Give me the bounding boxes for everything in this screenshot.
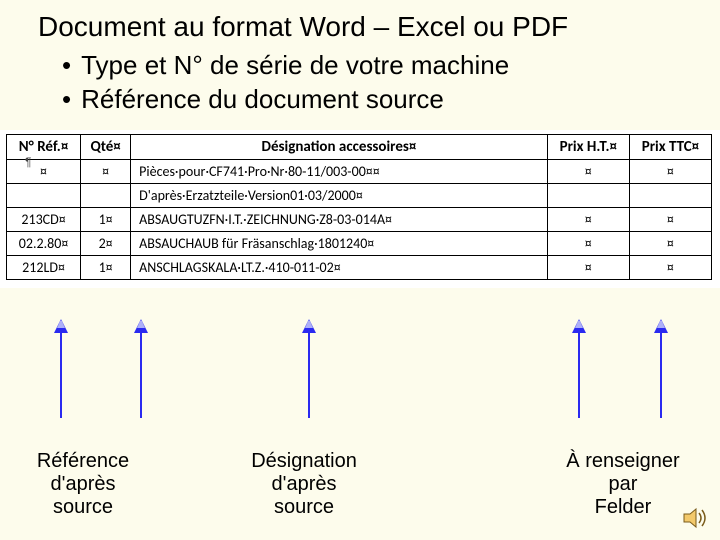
cell-qte <box>81 184 131 208</box>
label-renseigner: À renseigner par Felder <box>548 450 698 519</box>
cell-des: D'après·Erzatzteile·Version01·03/2000¤ <box>131 184 548 208</box>
label-line: d'après <box>51 473 116 495</box>
table-header-row: N° Réf.¤ Qté¤ Désignation accessoires¤ P… <box>7 135 712 160</box>
cell-des: Pièces·pour·CF741·Pro·Nr·80-11/003-00¤¤ <box>131 160 548 184</box>
arrow-icon <box>578 320 580 418</box>
col-ref: N° Réf.¤ <box>7 135 81 160</box>
bullet-item: • Référence du document source <box>62 83 720 117</box>
label-line: Désignation <box>251 450 357 472</box>
arrow-group <box>0 320 720 450</box>
label-line: par <box>609 473 638 495</box>
arrow-icon <box>140 320 142 418</box>
table-row: 02.2.80¤ 2¤ ABSAUCHAUB für Fräsanschlag·… <box>7 232 712 256</box>
bullet-text: Type et N° de série de votre machine <box>81 49 509 83</box>
cell-ttc: ¤ <box>629 208 711 232</box>
accessories-table: N° Réf.¤ Qté¤ Désignation accessoires¤ P… <box>6 134 712 280</box>
label-designation: Désignation d'après source <box>224 450 384 519</box>
bullet-text: Référence du document source <box>81 83 444 117</box>
bullet-dot-icon: • <box>62 83 71 117</box>
label-line: source <box>274 496 334 518</box>
cell-ttc: ¤ <box>629 256 711 280</box>
bullet-dot-icon: • <box>62 49 71 83</box>
speaker-icon <box>682 506 710 530</box>
arrow-icon <box>660 320 662 418</box>
arrow-icon <box>308 320 310 418</box>
cell-des: ABSAUGTUZFN·I.T.·ZEICHNUNG·Z8-03-014A¤ <box>131 208 548 232</box>
table-row: 213CD¤ 1¤ ABSAUGTUZFN·I.T.·ZEICHNUNG·Z8-… <box>7 208 712 232</box>
table-row: ¤ ¤ Pièces·pour·CF741·Pro·Nr·80-11/003-0… <box>7 160 712 184</box>
cell-ttc <box>629 184 711 208</box>
arrow-icon <box>60 320 62 418</box>
cell-ttc: ¤ <box>629 232 711 256</box>
cell-ref: 212LD¤ <box>7 256 81 280</box>
label-line: Référence <box>37 450 129 472</box>
bullet-item: • Type et N° de série de votre machine <box>62 49 720 83</box>
label-line: À renseigner <box>566 450 679 472</box>
label-line: d'après <box>272 473 337 495</box>
cell-ht <box>547 184 629 208</box>
table-container: N° Réf.¤ Qté¤ Désignation accessoires¤ P… <box>0 130 720 288</box>
cell-ht: ¤ <box>547 256 629 280</box>
cell-des: ANSCHLAGSKALA·LT.Z.·410-011-02¤ <box>131 256 548 280</box>
cell-ref: ¤ <box>7 160 81 184</box>
paragraph-mark-icon: ¶ <box>25 155 31 169</box>
cell-ttc: ¤ <box>629 160 711 184</box>
table-row: 212LD¤ 1¤ ANSCHLAGSKALA·LT.Z.·410-011-02… <box>7 256 712 280</box>
col-ttc: Prix TTC¤ <box>629 135 711 160</box>
cell-ht: ¤ <box>547 232 629 256</box>
table-row: D'après·Erzatzteile·Version01·03/2000¤ <box>7 184 712 208</box>
cell-qte: 1¤ <box>81 256 131 280</box>
table-body: ¤ ¤ Pièces·pour·CF741·Pro·Nr·80-11/003-0… <box>7 160 712 280</box>
cell-qte: 1¤ <box>81 208 131 232</box>
cell-ref: 02.2.80¤ <box>7 232 81 256</box>
cell-des: ABSAUCHAUB für Fräsanschlag·1801240¤ <box>131 232 548 256</box>
cell-ref: 213CD¤ <box>7 208 81 232</box>
cell-qte: 2¤ <box>81 232 131 256</box>
col-des: Désignation accessoires¤ <box>131 135 548 160</box>
cell-ref <box>7 184 81 208</box>
col-qte: Qté¤ <box>81 135 131 160</box>
cell-ht: ¤ <box>547 208 629 232</box>
label-reference: Référence d'après source <box>18 450 148 519</box>
slide-heading: Document au format Word – Excel ou PDF <box>0 0 720 43</box>
bullet-list: • Type et N° de série de votre machine •… <box>0 43 720 131</box>
label-line: Felder <box>595 496 652 518</box>
col-ht: Prix H.T.¤ <box>547 135 629 160</box>
label-line: source <box>53 496 113 518</box>
cell-ht: ¤ <box>547 160 629 184</box>
cell-qte: ¤ <box>81 160 131 184</box>
